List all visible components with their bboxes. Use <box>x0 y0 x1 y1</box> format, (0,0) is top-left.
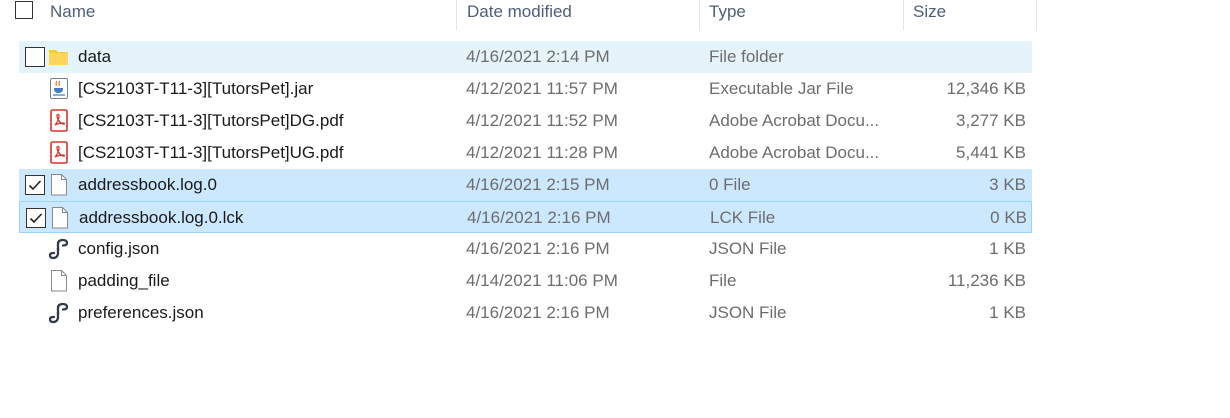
folder-icon <box>48 45 70 69</box>
file-size: 3,277 KB <box>956 111 1026 130</box>
select-all-checkbox[interactable] <box>15 1 33 19</box>
column-divider[interactable] <box>699 0 700 30</box>
file-date-modified: 4/14/2021 11:06 PM <box>466 271 618 290</box>
file-name: preferences.json <box>78 303 204 322</box>
file-size: 3 KB <box>989 175 1026 194</box>
file-size: 5,441 KB <box>956 143 1026 162</box>
file-row[interactable]: padding_file 4/14/2021 11:06 PM File 11,236… <box>19 265 1032 297</box>
file-row[interactable]: preferences.json 4/16/2021 2:16 PM JSON Fi… <box>19 297 1032 329</box>
file-name: [CS2103T-T11-3][TutorsPet].jar <box>78 79 314 98</box>
pdf-icon <box>48 141 70 165</box>
file-date-modified: 4/12/2021 11:28 PM <box>466 143 618 162</box>
file-row[interactable]: [CS2103T-T11-3][TutorsPet].jar 4/12/2021 … <box>19 73 1032 105</box>
file-name: config.json <box>78 239 160 258</box>
file-row[interactable]: config.json 4/16/2021 2:16 PM JSON File 1 K… <box>19 233 1032 265</box>
file-type: JSON File <box>709 239 787 258</box>
json-icon <box>48 237 70 261</box>
column-header-type[interactable]: Type <box>709 0 899 28</box>
file-type: File folder <box>709 47 784 66</box>
file-row[interactable]: addressbook.log.0.lck 4/16/2021 2:16 PM LC… <box>19 201 1032 233</box>
row-checkbox[interactable] <box>25 47 45 67</box>
column-header-bar: Name Date modified Type Size <box>0 0 1038 30</box>
file-date-modified: 4/12/2021 11:57 PM <box>466 79 618 98</box>
file-date-modified: 4/16/2021 2:14 PM <box>466 47 610 66</box>
file-size: 1 KB <box>989 303 1026 322</box>
checkmark-icon <box>28 180 42 191</box>
file-size: 11,236 KB <box>947 271 1026 290</box>
file-date-modified: 4/16/2021 2:16 PM <box>466 303 610 322</box>
file-type: File <box>709 271 737 290</box>
row-checkbox[interactable] <box>25 175 45 195</box>
jar-icon <box>48 77 70 101</box>
column-header-date-modified[interactable]: Date modified <box>467 0 692 28</box>
file-date-modified: 4/16/2021 2:15 PM <box>466 175 610 194</box>
file-type: 0 File <box>709 175 751 194</box>
file-type: LCK File <box>710 208 776 227</box>
file-name: addressbook.log.0 <box>78 175 217 194</box>
file-date-modified: 4/12/2021 11:52 PM <box>466 111 618 130</box>
file-size: 12,346 KB <box>946 79 1026 98</box>
file-type: JSON File <box>709 303 787 322</box>
file-icon <box>49 206 71 230</box>
file-row[interactable]: [CS2103T-T11-3][TutorsPet]DG.pdf 4/12/202… <box>19 105 1032 137</box>
file-size <box>909 41 1026 73</box>
row-checkbox[interactable] <box>26 208 46 228</box>
file-date-modified: 4/16/2021 2:16 PM <box>466 239 610 258</box>
file-name: [CS2103T-T11-3][TutorsPet]UG.pdf <box>78 143 344 162</box>
column-divider[interactable] <box>903 0 904 30</box>
file-type: Adobe Acrobat Docu... <box>709 111 880 130</box>
file-type: Adobe Acrobat Docu... <box>709 143 880 162</box>
column-divider[interactable] <box>1036 0 1037 30</box>
file-icon <box>48 173 70 197</box>
file-date-modified: 4/16/2021 2:16 PM <box>467 208 611 227</box>
file-size: 1 KB <box>989 239 1026 258</box>
file-size: 0 KB <box>990 208 1027 227</box>
file-row[interactable]: [CS2103T-T11-3][TutorsPet]UG.pdf 4/12/202… <box>19 137 1032 169</box>
checkmark-icon <box>29 213 43 224</box>
file-icon <box>48 269 70 293</box>
pdf-icon <box>48 109 70 133</box>
file-name: addressbook.log.0.lck <box>79 208 244 227</box>
file-row[interactable]: addressbook.log.0 4/16/2021 2:15 PM 0 File… <box>19 169 1032 201</box>
column-header-name[interactable]: Name <box>50 0 450 28</box>
json-icon <box>48 301 70 325</box>
file-name: padding_file <box>78 271 170 290</box>
file-type: Executable Jar File <box>709 79 854 98</box>
file-name: data <box>78 47 112 66</box>
file-row[interactable]: data 4/16/2021 2:14 PM File folder <box>19 41 1032 73</box>
column-header-size[interactable]: Size <box>913 0 1033 28</box>
file-name: [CS2103T-T11-3][TutorsPet]DG.pdf <box>78 111 344 130</box>
column-divider[interactable] <box>456 0 457 30</box>
